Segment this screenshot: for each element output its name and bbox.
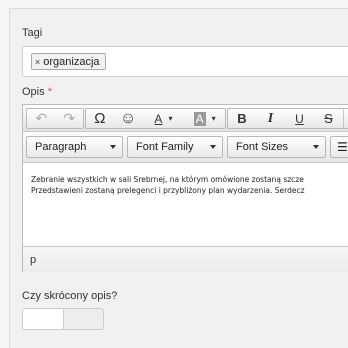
toggle-off-segment[interactable] <box>64 309 103 329</box>
block-format-select[interactable]: Paragraph <box>26 136 123 158</box>
chevron-down-icon: ▾ <box>168 114 173 123</box>
caret-down-icon <box>210 145 216 149</box>
history-group: ↶ ↷ <box>26 108 84 129</box>
short-description-toggle[interactable] <box>22 308 104 330</box>
toggle-on-segment[interactable] <box>23 309 64 329</box>
editor-statusbar: p <box>23 246 348 272</box>
bullet-list-icon: ☰ <box>337 140 348 154</box>
emoticon-icon[interactable]: ☺ <box>114 109 143 128</box>
undo-icon[interactable]: ↶ <box>27 109 55 128</box>
chevron-down-icon: ▾ <box>211 114 216 123</box>
description-label: Opis * <box>22 86 52 98</box>
italic-icon[interactable]: I <box>256 109 285 128</box>
font-size-select[interactable]: Font Sizes <box>227 136 326 158</box>
editor-content[interactable]: Zebranie wszystkich w sali Srebrnej, na … <box>23 163 348 246</box>
special-character-icon[interactable]: Ω <box>86 109 114 128</box>
caret-down-icon <box>110 145 116 149</box>
bold-icon[interactable]: B <box>228 109 256 128</box>
content-line: Przedstawieni zostaną prelegenci i przyb… <box>31 186 305 195</box>
format-group: B I U S <box>227 108 348 129</box>
tag-chip[interactable]: × organizacja <box>31 53 106 70</box>
caret-down-icon <box>313 145 319 149</box>
tags-input[interactable]: × organizacja <box>22 46 348 77</box>
short-description-label: Czy skrócony opis? <box>22 290 118 302</box>
editor-toolbar-primary: ↶ ↷ Ω ☺ A ▾ A ▾ B I U S <box>23 105 348 132</box>
background-color-icon[interactable]: A ▾ <box>184 109 225 128</box>
redo-icon[interactable]: ↷ <box>55 109 83 128</box>
rich-text-editor: ↶ ↷ Ω ☺ A ▾ A ▾ B I U S Paragraph Font F… <box>22 104 348 272</box>
toolbar-divider <box>343 109 344 128</box>
underline-icon[interactable]: U <box>285 109 314 128</box>
remove-tag-icon[interactable]: × <box>35 57 40 67</box>
strikethrough-icon[interactable]: S <box>314 109 343 128</box>
required-marker: * <box>47 86 52 98</box>
font-family-select[interactable]: Font Family <box>127 136 223 158</box>
content-line: Zebranie wszystkich w sali Srebrnej, na … <box>31 175 304 184</box>
bullet-list-button[interactable]: ☰ <box>330 136 348 158</box>
tag-label: organizacja <box>43 55 100 68</box>
insert-group: Ω ☺ A ▾ A ▾ <box>85 108 226 129</box>
element-path[interactable]: p <box>30 254 36 266</box>
text-color-icon[interactable]: A ▾ <box>143 109 185 128</box>
tags-label: Tagi <box>22 27 43 39</box>
editor-toolbar-secondary: Paragraph Font Family Font Sizes ☰ <box>23 132 348 163</box>
